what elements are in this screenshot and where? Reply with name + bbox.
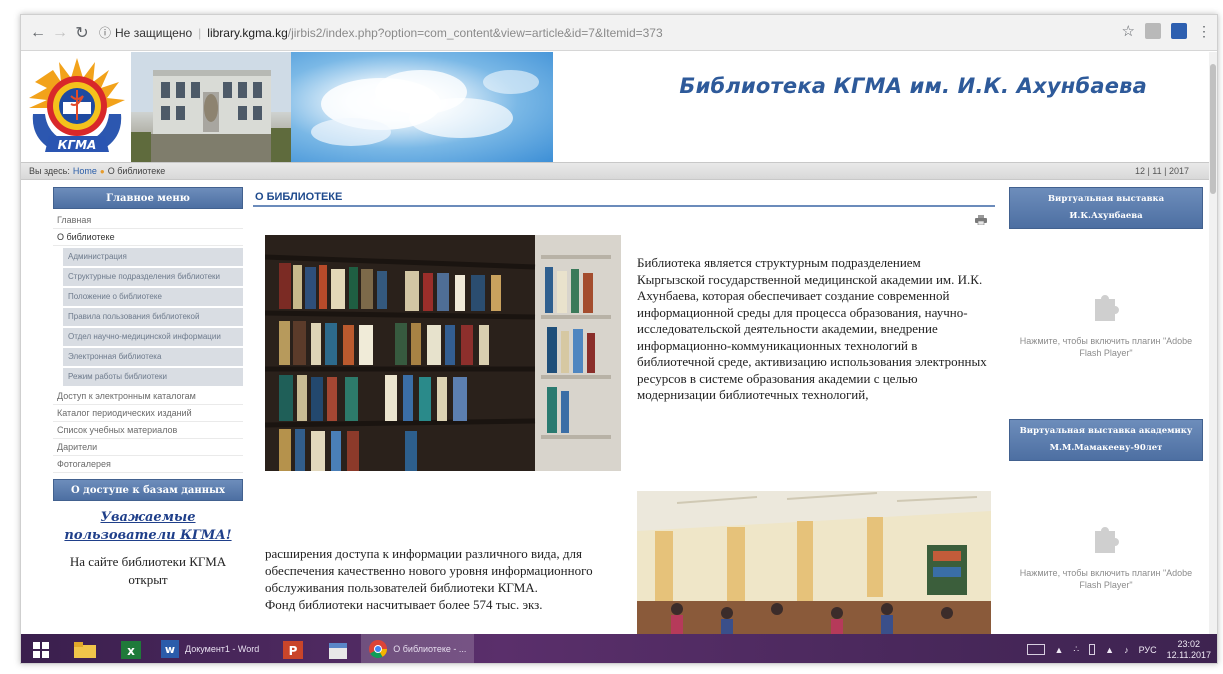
- svg-text:P: P: [289, 644, 298, 658]
- reading-room-photo: [637, 491, 991, 634]
- breadcrumb: Вы здесь: Home ● О библиотеке 12 | 11 | …: [21, 162, 1211, 180]
- chrome-taskbar-button[interactable]: О библиотеке - ...: [361, 634, 475, 663]
- back-button[interactable]: ←: [27, 22, 49, 44]
- tray-arrow-icon[interactable]: ▲: [1055, 645, 1064, 655]
- url-path: /jirbis2/index.php?option=com_content&vi…: [287, 25, 663, 40]
- volume-icon[interactable]: ♪: [1124, 645, 1129, 655]
- screenshot-frame: ← → ↻ ⓘ Не защищено | library.kgma.kg /j…: [20, 14, 1218, 664]
- clouds-banner: [291, 52, 553, 162]
- clock[interactable]: 23:02 12.11.2017: [1167, 639, 1211, 661]
- keyboard-icon[interactable]: [1026, 644, 1045, 655]
- excel-icon[interactable]: x: [109, 634, 153, 663]
- forward-button[interactable]: →: [49, 22, 71, 44]
- url-host: library.kgma.kg: [207, 25, 288, 40]
- header-title-area: Библиотека КГМА им. И.К. Ахунбаева: [553, 52, 1211, 162]
- kgma-logo[interactable]: КГМА: [27, 56, 127, 158]
- site-header: КГМА Библиотека КГМА им. И.К. Ахунбаева: [21, 52, 1211, 162]
- article-paragraph-2: расширения доступа к информации различно…: [265, 545, 625, 613]
- exhibit-2-title[interactable]: Виртуальная выставка академику М.М.Мамак…: [1009, 419, 1203, 461]
- flash-plugin-1[interactable]: Нажмите, чтобы включить плагин "Adobe Fl…: [1009, 229, 1203, 419]
- plugin-puzzle-icon: [1095, 295, 1119, 321]
- exhibit-1-title[interactable]: Виртуальная выставка И.К.Ахунбаева: [1009, 187, 1203, 229]
- menu-item[interactable]: Электронная библиотека: [63, 348, 243, 366]
- toolbar-right: ☆ ⋮: [1122, 22, 1211, 41]
- extension-icon[interactable]: [1145, 23, 1161, 39]
- bookshelves-photo: [265, 235, 621, 471]
- calendar-icon[interactable]: [315, 634, 361, 663]
- chrome-taskbar-label: О библиотеке - ...: [393, 643, 467, 654]
- article-title: О БИБЛИОТЕКЕ: [253, 187, 995, 207]
- network-icon[interactable]: ∴: [1073, 644, 1079, 655]
- scrollbar-thumb[interactable]: [1210, 64, 1216, 194]
- access-box: Уважаемые пользователи КГМА! На сайте би…: [53, 501, 243, 597]
- url-separator: |: [198, 25, 202, 40]
- right-sidebar: Виртуальная выставка И.К.Ахунбаева Нажми…: [1009, 187, 1203, 634]
- left-sidebar: Главное меню Главная О библиотеке Админист…: [53, 187, 243, 634]
- menu-item[interactable]: О библиотеке: [53, 229, 243, 246]
- svg-text:w: w: [165, 643, 175, 656]
- article-paragraph-1: Библиотека является структурным подразде…: [637, 255, 987, 402]
- bookmark-star-icon[interactable]: ☆: [1122, 22, 1135, 40]
- language-indicator[interactable]: РУС: [1139, 645, 1157, 655]
- building-photo: [131, 52, 291, 162]
- menu-item[interactable]: Фотогалерея: [53, 456, 243, 473]
- system-tray: ▲ ∴ ▲ ♪ РУС 23:02 12.11.2017: [1026, 634, 1218, 663]
- site-title: Библиотека КГМА им. И.К. Ахунбаева: [679, 74, 1147, 98]
- menu-item[interactable]: Дарители: [53, 439, 243, 456]
- menu-item[interactable]: Каталог периодических изданий: [53, 405, 243, 422]
- windows-start-icon[interactable]: [21, 634, 61, 663]
- flash-plugin-2[interactable]: Нажмите, чтобы включить плагин "Adobe Fl…: [1009, 461, 1203, 634]
- article-paragraph-2-fund: Фонд библиотеки насчитывает более 574 ты…: [265, 597, 543, 612]
- menu-item[interactable]: Структурные подразделения библиотеки: [63, 268, 243, 286]
- file-explorer-icon[interactable]: [61, 634, 109, 663]
- breadcrumb-prefix: Вы здесь:: [29, 166, 70, 176]
- web-page: КГМА Библиотека КГМА им. И.К. Ахунбаева …: [21, 52, 1211, 634]
- access-greeting-link[interactable]: Уважаемые пользователи КГМА!: [59, 509, 237, 545]
- breadcrumb-home-link[interactable]: Home: [73, 166, 97, 176]
- menu-item[interactable]: Главная: [53, 212, 243, 229]
- logo-text: КГМА: [58, 138, 97, 152]
- breadcrumb-current: О библиотеке: [107, 166, 166, 176]
- print-icon[interactable]: [975, 215, 987, 225]
- menu-item[interactable]: Список учебных материалов: [53, 422, 243, 439]
- browser-toolbar: ← → ↻ ⓘ Не защищено | library.kgma.kg /j…: [21, 15, 1217, 51]
- page-scrollbar[interactable]: [1209, 52, 1217, 634]
- breadcrumb-separator-icon: ●: [99, 166, 105, 176]
- info-icon[interactable]: ⓘ: [99, 24, 111, 41]
- main-menu-title: Главное меню: [53, 187, 243, 209]
- chrome-icon: [369, 639, 388, 658]
- menu-item[interactable]: Отдел научно-медицинской информации: [63, 328, 243, 346]
- main-menu: Главная О библиотеке Администрация Структур…: [53, 209, 243, 473]
- word-taskbar-label: Документ1 - Word: [185, 643, 260, 654]
- access-text: На сайте библиотеки КГМА открыт: [69, 554, 227, 587]
- security-label: Не защищено: [115, 25, 193, 40]
- flash-plugin-1-text: Нажмите, чтобы включить плагин "Adobe Fl…: [1019, 336, 1193, 358]
- article: О БИБЛИОТЕКЕ Библиотека является структу…: [253, 187, 995, 634]
- menu-item[interactable]: Администрация: [63, 248, 243, 266]
- word-taskbar-button[interactable]: w Документ1 - Word: [153, 634, 267, 663]
- reload-button[interactable]: ↻: [71, 22, 93, 44]
- extension-blue-icon[interactable]: [1171, 23, 1187, 39]
- clock-time: 23:02: [1177, 638, 1201, 649]
- menu-item[interactable]: Режим работы библиотеки: [63, 368, 243, 386]
- powerpoint-icon[interactable]: P: [271, 634, 315, 663]
- word-icon: w: [161, 639, 179, 658]
- access-box-title: О доступе к базам данных: [53, 479, 243, 501]
- flash-plugin-2-text: Нажмите, чтобы включить плагин "Adobe Fl…: [1019, 568, 1193, 590]
- current-date: 12 | 11 | 2017: [1134, 166, 1189, 176]
- article-paragraph-2-text: расширения доступа к информации различно…: [265, 546, 593, 595]
- menu-dots-icon[interactable]: ⋮: [1197, 23, 1211, 40]
- menu-item[interactable]: Доступ к электронным каталогам: [53, 388, 243, 405]
- address-bar[interactable]: ⓘ Не защищено | library.kgma.kg /jirbis2…: [99, 21, 1139, 45]
- signal-icon[interactable]: ▲: [1105, 645, 1114, 655]
- battery-icon[interactable]: [1089, 644, 1096, 655]
- menu-item[interactable]: Правила пользования библиотекой: [63, 308, 243, 326]
- svg-text:x: x: [127, 644, 135, 658]
- plugin-puzzle-icon: [1095, 527, 1119, 553]
- menu-item[interactable]: Положение о библиотеке: [63, 288, 243, 306]
- windows-taskbar: x w Документ1 - Word P О библиотеке - ..…: [21, 634, 1218, 663]
- clock-date: 12.11.2017: [1166, 649, 1211, 660]
